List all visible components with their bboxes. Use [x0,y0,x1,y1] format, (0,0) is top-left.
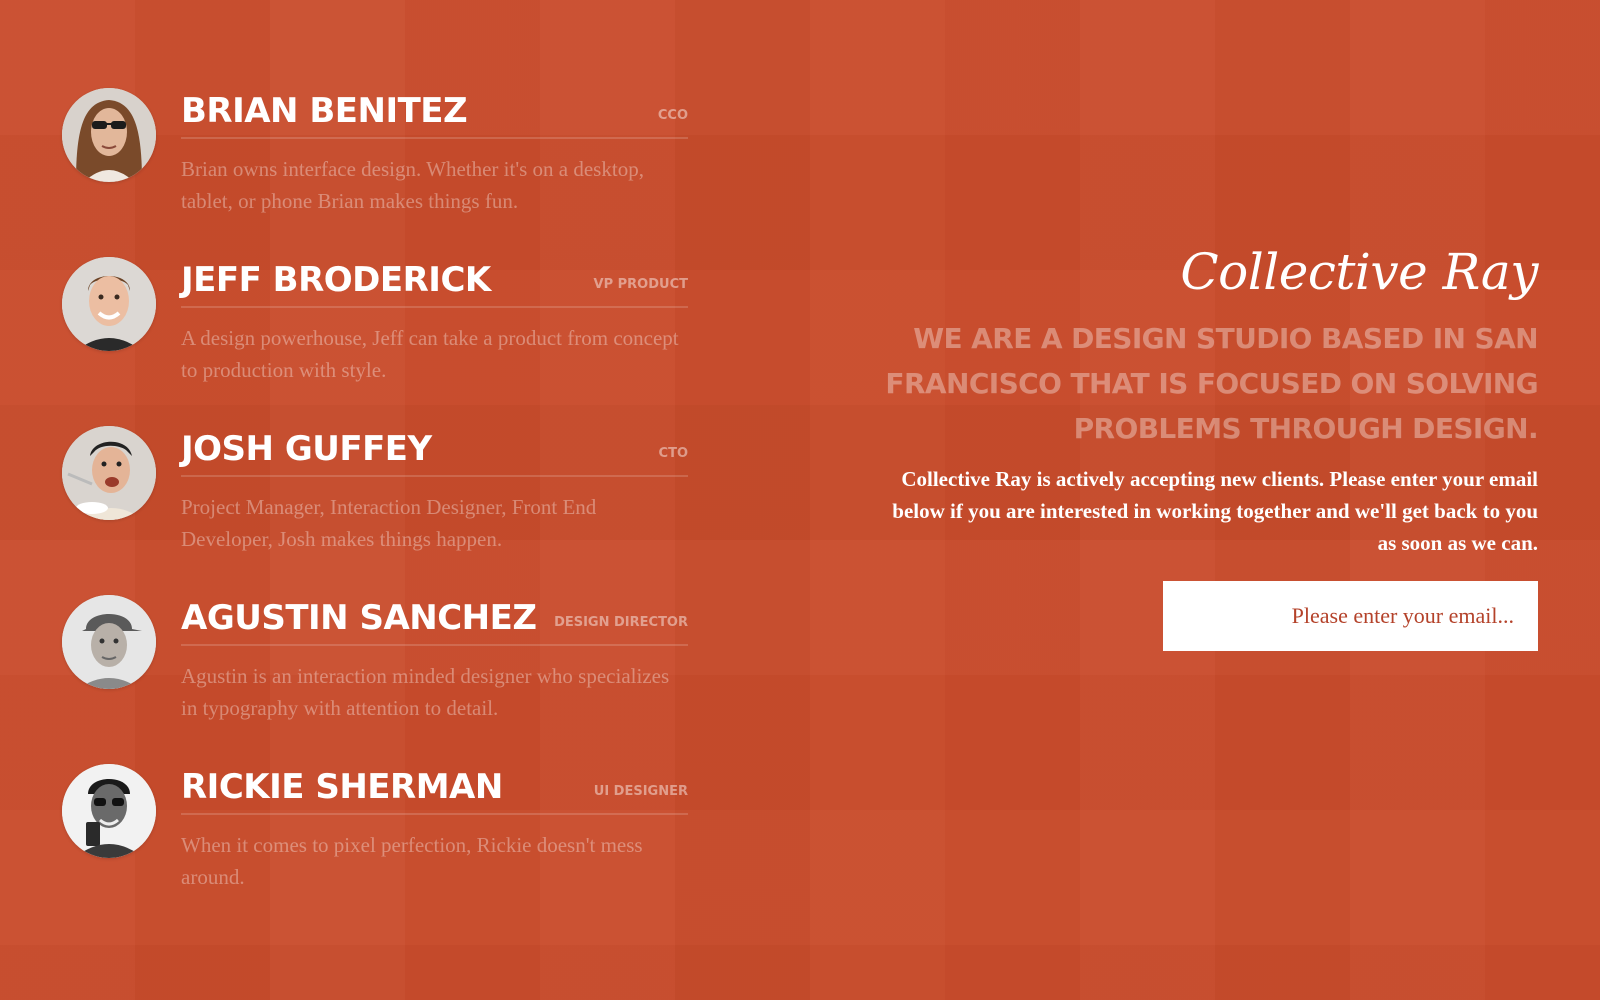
team-member: JOSH GUFFEY CTO Project Manager, Interac… [62,424,688,593]
avatar [62,88,156,182]
member-role: UI DESIGNER [593,784,688,799]
member-name: JEFF BRODERICK [181,260,491,300]
member-role: CTO [658,446,688,461]
member-role: CCO [657,108,688,123]
member-header: RICKIE SHERMAN UI DESIGNER [181,762,688,815]
member-header: AGUSTIN SANCHEZ DESIGN DIRECTOR [181,593,688,646]
member-bio: Agustin is an interaction minded designe… [181,664,670,720]
team-list: BRIAN BENITEZ CCO Brian owns interface d… [62,86,688,931]
avatar [62,764,156,858]
member-header: JEFF BRODERICK VP PRODUCT [181,255,688,308]
member-name: RICKIE SHERMAN [181,767,503,807]
avatar [62,257,156,351]
studio-pitch: Collective Ray WE ARE A DESIGN STUDIO BA… [878,240,1539,651]
avatar [62,595,156,689]
member-bio: When it comes to pixel perfection, Ricki… [181,833,643,889]
contact-blurb: Collective Ray is actively accepting new… [892,467,1538,555]
member-role: VP PRODUCT [593,277,688,292]
email-input[interactable] [1163,581,1538,651]
member-bio: Project Manager, Interaction Designer, F… [181,495,597,551]
member-role: DESIGN DIRECTOR [554,615,688,630]
member-bio: A design powerhouse, Jeff can take a pro… [181,326,679,382]
team-member: JEFF BRODERICK VP PRODUCT A design power… [62,255,688,424]
member-header: BRIAN BENITEZ CCO [181,86,688,139]
headline: WE ARE A DESIGN STUDIO BASED IN SAN FRAN… [885,322,1538,445]
team-member: RICKIE SHERMAN UI DESIGNER When it comes… [62,762,688,931]
member-name: BRIAN BENITEZ [181,91,468,131]
team-member: BRIAN BENITEZ CCO Brian owns interface d… [62,86,688,255]
member-body: JEFF BRODERICK VP PRODUCT A design power… [181,255,688,386]
member-bio: Brian owns interface design. Whether it'… [181,157,644,213]
member-name: JOSH GUFFEY [181,429,432,469]
avatar [62,426,156,520]
member-body: JOSH GUFFEY CTO Project Manager, Interac… [181,424,688,555]
member-body: RICKIE SHERMAN UI DESIGNER When it comes… [181,762,688,893]
member-body: AGUSTIN SANCHEZ DESIGN DIRECTOR Agustin … [181,593,688,724]
member-body: BRIAN BENITEZ CCO Brian owns interface d… [181,86,688,217]
member-header: JOSH GUFFEY CTO [181,424,688,477]
member-name: AGUSTIN SANCHEZ [181,598,537,638]
logo[interactable]: Collective Ray [878,240,1538,304]
team-member: AGUSTIN SANCHEZ DESIGN DIRECTOR Agustin … [62,593,688,762]
